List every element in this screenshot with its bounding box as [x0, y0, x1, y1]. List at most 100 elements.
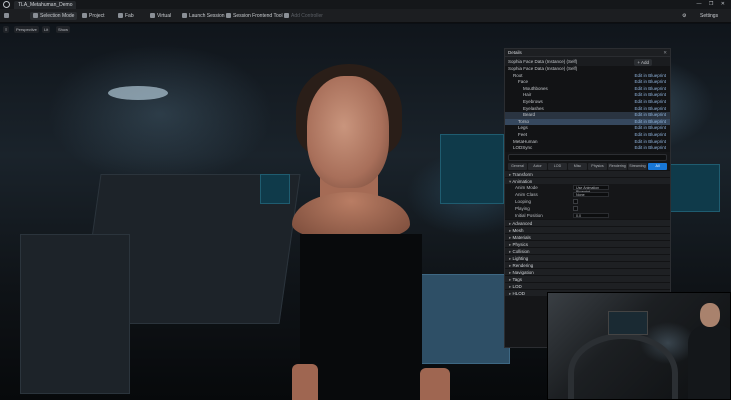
main-toolbar: Selection Mode Project Fab Virtual Launc…: [0, 9, 731, 23]
component-row[interactable]: Torso Edit in Blueprint: [505, 118, 670, 126]
selection-mode-dropdown[interactable]: Selection Mode: [30, 12, 78, 20]
component-row[interactable]: Root Edit in Blueprint: [505, 73, 670, 80]
component-name: Sophia Face Data (Instance) (Self): [508, 66, 578, 71]
edit-in-blueprint-link[interactable]: Edit in Blueprint: [634, 119, 666, 126]
save-icon: [4, 13, 9, 19]
virtual-button[interactable]: Virtual: [150, 12, 171, 20]
filter-tab[interactable]: All: [648, 162, 667, 170]
edit-in-blueprint-link[interactable]: Edit in Blueprint: [634, 125, 666, 132]
component-row[interactable]: Beard Edit in Blueprint: [505, 112, 670, 119]
property-value-field[interactable]: None: [573, 191, 609, 197]
close-icon[interactable]: ✕: [663, 49, 667, 57]
session-frontend-button[interactable]: Session Frontend Tool: [226, 12, 283, 20]
unreal-logo-icon[interactable]: [3, 1, 10, 8]
add-component-button[interactable]: + Add: [634, 59, 652, 66]
component-row[interactable]: Legs Edit in Blueprint: [505, 125, 670, 132]
filter-tab[interactable]: Rendering: [608, 162, 627, 170]
component-name: Hair: [523, 92, 532, 98]
project-button[interactable]: Project: [82, 12, 105, 20]
console-panel-far-left: [20, 234, 130, 394]
session-frontend-label: Session Frontend Tool: [233, 13, 283, 19]
property-checkbox[interactable]: [573, 198, 578, 204]
component-name: Mouthbones: [523, 85, 548, 91]
component-tree: Sophia Face Data (Instance) (Self) Root Ed…: [505, 66, 670, 152]
component-row[interactable]: MetaHuman Edit in Blueprint: [505, 139, 670, 146]
component-row[interactable]: Face Edit in Blueprint: [505, 79, 670, 86]
settings-button[interactable]: Settings: [700, 12, 718, 20]
filter-tab[interactable]: LOD: [548, 162, 567, 170]
filter-tab[interactable]: Misc: [568, 162, 587, 170]
window-view: [420, 274, 510, 364]
component-row[interactable]: Hair Edit in Blueprint: [505, 92, 670, 99]
details-category[interactable]: Transform: [505, 169, 670, 177]
window-controls[interactable]: — ❐ ✕: [697, 0, 728, 9]
actor-name: Sophia Face Data (Instance) (Self): [508, 59, 578, 64]
filter-tab[interactable]: Actor: [528, 162, 547, 170]
edit-in-blueprint-link[interactable]: Edit in Blueprint: [634, 132, 666, 139]
property-value-field[interactable]: Use Animation Blueprint: [573, 184, 609, 194]
session-icon: [226, 13, 231, 19]
edit-in-blueprint-link[interactable]: Edit in Blueprint: [634, 112, 666, 119]
component-row[interactable]: Feet Edit in Blueprint: [505, 132, 670, 139]
level-tab[interactable]: TLA_Metahuman_Demo: [14, 1, 77, 9]
save-button[interactable]: [4, 12, 11, 20]
edit-in-blueprint-link[interactable]: Edit in Blueprint: [634, 99, 666, 106]
details-categories: TransformAnimationAnim Mode Use Animation…: [505, 169, 670, 296]
viewport-options-button[interactable]: ≡: [3, 26, 10, 33]
title-bar: TLA_Metahuman_Demo — ❐ ✕: [0, 0, 731, 9]
component-row[interactable]: Eyelashes Edit in Blueprint: [505, 106, 670, 113]
component-row[interactable]: Sophia Face Data (Instance) (Self): [505, 66, 670, 73]
details-category[interactable]: Materials: [505, 232, 670, 240]
filter-tab[interactable]: Streaming: [628, 162, 647, 170]
fab-label: Fab: [125, 13, 134, 19]
property-label: Playing: [515, 205, 530, 211]
details-category[interactable]: Navigation: [505, 267, 670, 275]
edit-in-blueprint-link[interactable]: Edit in Blueprint: [634, 86, 666, 93]
details-category[interactable]: Animation: [505, 176, 670, 184]
character-body: [300, 234, 422, 400]
ceiling-light: [108, 86, 168, 100]
edit-in-blueprint-link[interactable]: Edit in Blueprint: [634, 139, 666, 146]
gear-icon[interactable]: ⚙: [682, 12, 686, 20]
selection-mode-label: Selection Mode: [40, 13, 75, 19]
property-row: Initial Position 0.0: [505, 212, 670, 219]
launch-session-label: Launch Session: [189, 13, 225, 19]
filter-tab[interactable]: General: [508, 162, 527, 170]
component-row[interactable]: Eyebrows Edit in Blueprint: [505, 99, 670, 106]
property-label: Initial Position: [515, 212, 543, 218]
details-category[interactable]: Advanced: [505, 218, 670, 226]
webcam-person-head: [700, 303, 720, 327]
component-row[interactable]: LODSync Edit in Blueprint: [505, 145, 670, 152]
presenter-webcam: [547, 292, 731, 400]
edit-in-blueprint-link[interactable]: Edit in Blueprint: [634, 92, 666, 99]
lit-button[interactable]: Lit: [42, 26, 51, 33]
launch-session-button[interactable]: Launch Session: [182, 12, 225, 20]
property-row: Anim Mode Use Animation Blueprint: [505, 184, 670, 194]
details-category[interactable]: Collision: [505, 246, 670, 254]
property-label: Anim Class: [515, 191, 538, 197]
details-category[interactable]: Lighting: [505, 253, 670, 261]
property-row: Anim Class None: [505, 191, 670, 198]
details-category[interactable]: Tags: [505, 274, 670, 282]
perspective-button[interactable]: Perspective: [14, 26, 39, 33]
details-category[interactable]: Rendering: [505, 260, 670, 268]
details-category[interactable]: Physics: [505, 239, 670, 247]
component-row[interactable]: Mouthbones Edit in Blueprint: [505, 86, 670, 93]
property-checkbox[interactable]: [573, 205, 578, 211]
edit-in-blueprint-link[interactable]: Edit in Blueprint: [634, 145, 666, 152]
fab-button[interactable]: Fab: [118, 12, 134, 20]
component-name: LODSync: [513, 145, 533, 151]
details-category[interactable]: LOD: [505, 281, 670, 289]
edit-in-blueprint-link[interactable]: Edit in Blueprint: [634, 73, 666, 80]
details-category[interactable]: Mesh: [505, 225, 670, 233]
details-search-input[interactable]: [508, 153, 667, 161]
add-controller-button[interactable]: Add Controller: [284, 12, 323, 20]
console-screen-small: [260, 174, 290, 204]
edit-in-blueprint-link[interactable]: Edit in Blueprint: [634, 106, 666, 113]
filter-tab[interactable]: Physics: [588, 162, 607, 170]
add-controller-label: Add Controller: [291, 13, 323, 19]
component-name: MetaHuman: [513, 138, 538, 144]
property-value-field[interactable]: 0.0: [573, 212, 609, 218]
show-button[interactable]: Show: [56, 26, 71, 33]
edit-in-blueprint-link[interactable]: Edit in Blueprint: [634, 79, 666, 86]
